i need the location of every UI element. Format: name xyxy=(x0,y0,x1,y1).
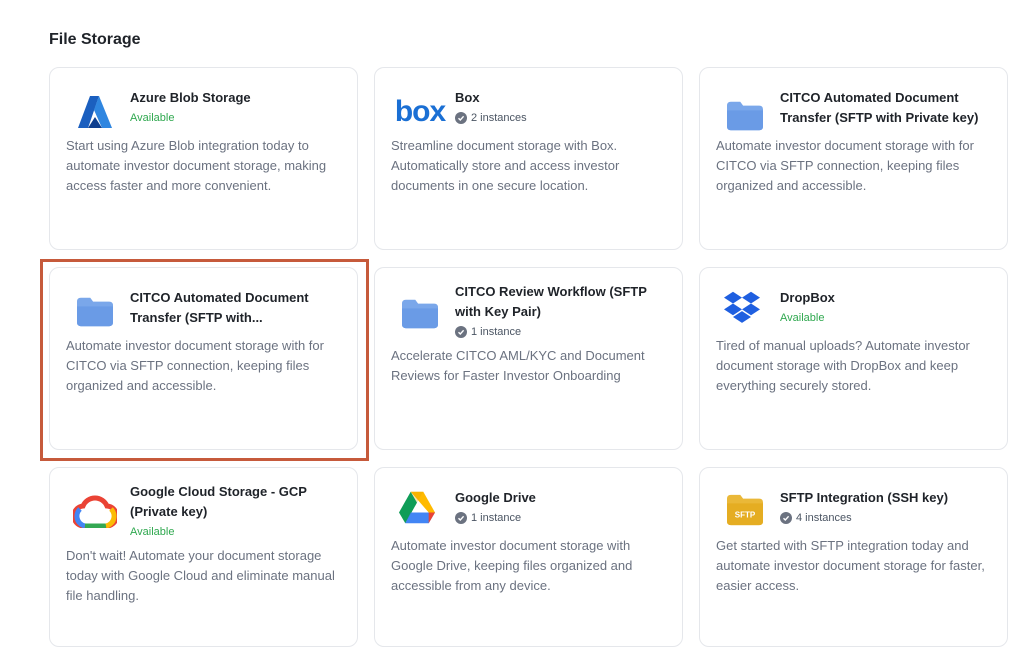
card-title: Google Cloud Storage - GCP (Private key) xyxy=(130,484,307,519)
box-logo-text: box xyxy=(394,95,446,128)
card-citco-transfer-sftp[interactable]: CITCO Automated Document Transfer (SFTP … xyxy=(49,267,358,450)
check-circle-icon xyxy=(455,112,467,124)
folder-icon xyxy=(77,294,113,330)
card-title: Azure Blob Storage xyxy=(130,90,251,105)
card-description: Get started with SFTP integration today … xyxy=(716,538,985,593)
dropbox-icon xyxy=(724,290,760,326)
instance-count-text: 2 instances xyxy=(471,112,527,124)
instance-count: 1 instance xyxy=(455,325,668,339)
box-logo: box xyxy=(394,94,446,130)
status-available: Available xyxy=(780,312,825,324)
check-circle-icon xyxy=(455,512,467,524)
instance-count-text: 1 instance xyxy=(471,326,522,338)
card-description: Start using Azure Blob integration today… xyxy=(66,138,327,193)
instance-count: 1 instance xyxy=(455,511,668,525)
card-title: CITCO Automated Document Transfer (SFTP … xyxy=(780,90,979,125)
card-description: Accelerate CITCO AML/KYC and Document Re… xyxy=(391,348,645,383)
azure-icon xyxy=(77,94,113,130)
sftp-folder-icon: SFTP xyxy=(727,492,763,528)
card-sftp-integration[interactable]: SFTP SFTP Integration (SSH key) 4 instan… xyxy=(699,467,1008,647)
card-google-cloud-storage[interactable]: Google Cloud Storage - GCP (Private key)… xyxy=(49,467,358,647)
card-description: Automate investor document storage with … xyxy=(391,538,633,593)
google-cloud-icon xyxy=(72,493,118,529)
card-google-drive[interactable]: Google Drive 1 instance Automate investo… xyxy=(374,467,683,647)
section-title: File Storage xyxy=(49,31,141,48)
google-drive-icon xyxy=(399,490,435,526)
card-description: Automate investor document storage with … xyxy=(66,338,324,393)
card-title: DropBox xyxy=(780,290,835,305)
check-circle-icon xyxy=(455,326,467,338)
status-available: Available xyxy=(130,112,175,124)
instance-count-text: 4 instances xyxy=(796,512,852,524)
card-description: Don't wait! Automate your document stora… xyxy=(66,548,335,603)
card-azure-blob-storage[interactable]: Azure Blob Storage Available Start using… xyxy=(49,67,358,250)
folder-icon xyxy=(727,98,763,134)
card-title: CITCO Review Workflow (SFTP with Key Pai… xyxy=(455,284,647,319)
card-description: Streamline document storage with Box. Au… xyxy=(391,138,620,193)
check-circle-icon xyxy=(780,512,792,524)
card-citco-transfer-private-key[interactable]: CITCO Automated Document Transfer (SFTP … xyxy=(699,67,1008,250)
card-citco-review-workflow[interactable]: CITCO Review Workflow (SFTP with Key Pai… xyxy=(374,267,683,450)
card-dropbox[interactable]: DropBox Available Tired of manual upload… xyxy=(699,267,1008,450)
instance-count: 2 instances xyxy=(455,111,668,125)
card-title: CITCO Automated Document Transfer (SFTP … xyxy=(130,290,309,325)
instance-count-text: 1 instance xyxy=(471,512,522,524)
card-description: Tired of manual uploads? Automate invest… xyxy=(716,338,970,393)
card-title: Google Drive xyxy=(455,490,536,505)
status-available: Available xyxy=(130,526,175,538)
svg-text:SFTP: SFTP xyxy=(735,511,756,520)
card-title: SFTP Integration (SSH key) xyxy=(780,490,949,505)
card-description: Automate investor document storage with … xyxy=(716,138,974,193)
instance-count: 4 instances xyxy=(780,511,993,525)
card-box[interactable]: box Box 2 instances Streamline document … xyxy=(374,67,683,250)
folder-icon xyxy=(402,296,438,332)
card-title: Box xyxy=(455,90,480,105)
